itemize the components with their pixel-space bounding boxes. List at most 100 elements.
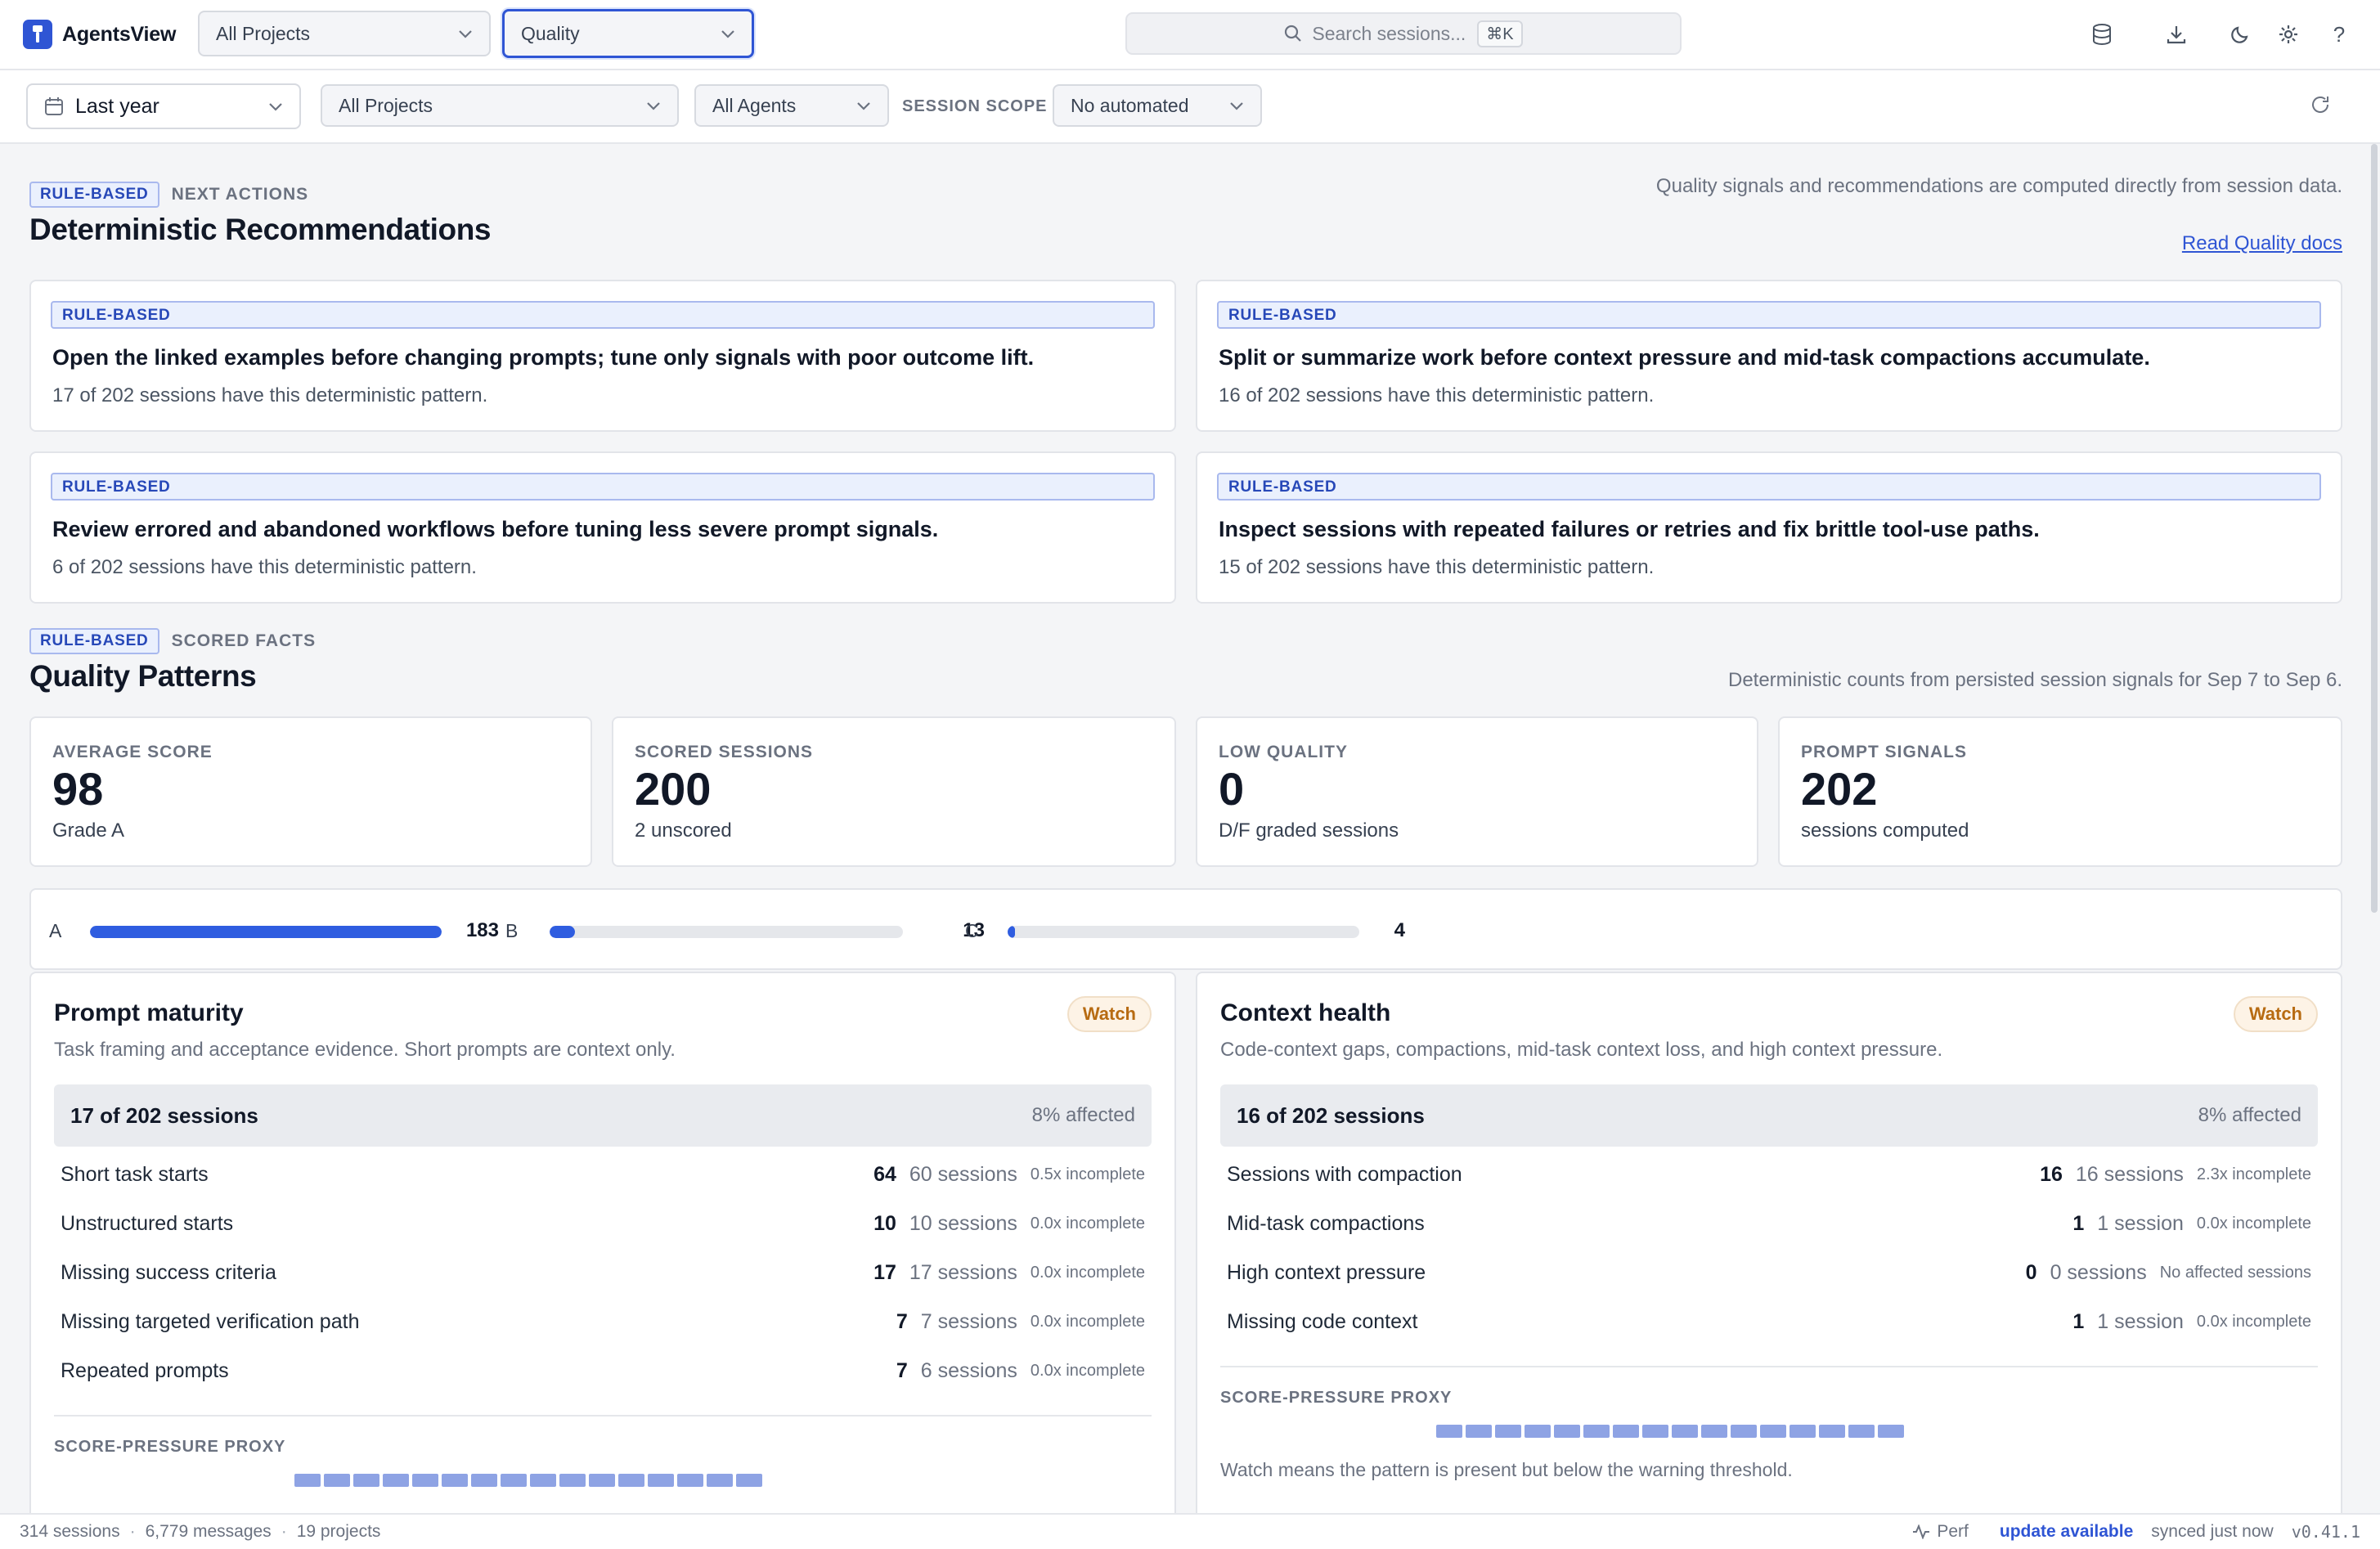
chevron-down-icon <box>458 29 473 38</box>
summary-affected: 8% affected <box>2198 1104 2301 1126</box>
session-scope-select[interactable]: No automated <box>1053 84 1262 127</box>
metric-label: Repeated prompts <box>61 1358 229 1382</box>
recommendation-card[interactable]: RULE-BASED Inspect sessions with repeate… <box>1196 451 2342 604</box>
patterns-eyebrow: SCORED FACTS <box>171 631 317 650</box>
search-icon <box>1284 25 1302 43</box>
recommendation-card[interactable]: RULE-BASED Split or summarize work befor… <box>1196 280 2342 432</box>
update-available-link[interactable]: update available <box>2000 1522 2133 1542</box>
metric-label: High context pressure <box>1227 1260 1426 1284</box>
chevron-down-icon <box>856 101 871 110</box>
search-placeholder: Search sessions... <box>1312 22 1466 44</box>
stat-subtext: sessions computed <box>1801 819 1969 842</box>
status-messages: 6,779 messages <box>145 1522 272 1541</box>
metric-ratio: 0.0x incomplete <box>2196 1312 2311 1331</box>
project-filter-select[interactable]: All Projects <box>321 84 679 127</box>
stat-value: 98 <box>52 763 104 815</box>
grade-bar-c <box>1008 926 1359 938</box>
scrollbar[interactable] <box>2369 144 2380 913</box>
moon-icon[interactable] <box>2226 20 2254 48</box>
date-range-value: Last year <box>75 94 159 118</box>
rule-based-tag: RULE-BASED <box>51 473 1155 501</box>
stat-card-scored-sessions: SCORED SESSIONS 200 2 unscored <box>612 716 1176 867</box>
metric-ratio: 0.0x incomplete <box>1030 1214 1145 1232</box>
metric-row[interactable]: Mid-task compactions 1 1 session 0.0x in… <box>1227 1207 2311 1240</box>
agent-filter-select[interactable]: All Agents <box>694 84 889 127</box>
grade-letter: B <box>505 920 519 941</box>
project-select[interactable]: All Projects <box>198 11 491 56</box>
refresh-icon[interactable] <box>2310 94 2331 115</box>
metric-sessions: 1 session <box>2097 1211 2184 1235</box>
sync-status: synced just now <box>2151 1522 2274 1541</box>
grade-distribution: A 183 B 13 C 4 <box>29 888 2342 970</box>
metric-ratio: 0.0x incomplete <box>1030 1263 1145 1282</box>
patterns-eyebrow-row: RULE-BASED SCORED FACTS <box>29 628 316 654</box>
metric-sessions: 6 sessions <box>920 1358 1017 1382</box>
panel-title: Prompt maturity <box>54 999 244 1026</box>
prompt-maturity-panel: Prompt maturity Watch Task framing and a… <box>29 972 1176 1544</box>
view-select[interactable]: Quality <box>502 9 754 58</box>
stat-value: 0 <box>1219 763 1245 815</box>
metric-label: Missing success criteria <box>61 1260 276 1284</box>
metric-row[interactable]: Missing success criteria 17 17 sessions … <box>61 1256 1145 1289</box>
status-bar: 314 sessions · 6,779 messages · 19 proje… <box>0 1513 2380 1549</box>
divider <box>54 1415 1152 1417</box>
rule-based-tag: RULE-BASED <box>29 628 159 654</box>
rule-based-tag: RULE-BASED <box>1217 301 2321 329</box>
recommendations-title: Deterministic Recommendations <box>29 213 492 246</box>
recommendation-card[interactable]: RULE-BASED Review errored and abandoned … <box>29 451 1176 604</box>
metric-label: Missing targeted verification path <box>61 1309 360 1333</box>
project-filter-value: All Projects <box>339 94 433 116</box>
metric-row[interactable]: Sessions with compaction 16 16 sessions … <box>1227 1158 2311 1191</box>
brand-logo-icon <box>23 20 52 49</box>
metric-row[interactable]: Short task starts 64 60 sessions 0.5x in… <box>61 1158 1145 1191</box>
grade-count: 4 <box>1394 919 1405 941</box>
perf-button[interactable]: Perf <box>1912 1522 1969 1542</box>
recommendation-card[interactable]: RULE-BASED Open the linked examples befo… <box>29 280 1176 432</box>
panel-description: Task framing and acceptance evidence. Sh… <box>54 1039 676 1061</box>
stat-subtext: Grade A <box>52 819 125 842</box>
date-range-select[interactable]: Last year <box>26 83 301 129</box>
chevron-down-icon <box>268 101 283 111</box>
brand[interactable]: AgentsView <box>23 20 195 49</box>
help-icon[interactable]: ? <box>2325 20 2353 48</box>
summary-count: 16 of 202 sessions <box>1237 1102 1425 1128</box>
metric-sessions: 17 sessions <box>909 1260 1017 1284</box>
metric-sessions: 1 session <box>2097 1309 2184 1333</box>
summary-affected: 8% affected <box>1031 1104 1135 1126</box>
metric-count: 17 <box>873 1260 896 1284</box>
metric-ratio: 0.0x incomplete <box>1030 1312 1145 1331</box>
metric-row[interactable]: Missing targeted verification path 7 7 s… <box>61 1305 1145 1338</box>
metric-label: Unstructured starts <box>61 1211 234 1235</box>
stat-label: LOW QUALITY <box>1219 743 1348 761</box>
grade-letter: C <box>965 920 979 941</box>
proxy-label: SCORE-PRESSURE PROXY <box>54 1438 286 1456</box>
stat-label: SCORED SESSIONS <box>635 743 814 761</box>
metric-row[interactable]: High context pressure 0 0 sessions No af… <box>1227 1256 2311 1289</box>
download-icon[interactable] <box>2162 20 2190 48</box>
metric-row[interactable]: Missing code context 1 1 session 0.0x in… <box>1227 1305 2311 1338</box>
metric-row[interactable]: Unstructured starts 10 10 sessions 0.0x … <box>61 1207 1145 1240</box>
recommendation-title: Review errored and abandoned workflows b… <box>52 517 939 541</box>
database-icon[interactable] <box>2088 20 2116 48</box>
recommendation-title: Inspect sessions with repeated failures … <box>1219 517 2040 541</box>
metric-label: Missing code context <box>1227 1309 1418 1333</box>
app-name: AgentsView <box>62 22 177 46</box>
metric-count: 16 <box>2040 1162 2063 1186</box>
context-health-panel: Context health Watch Code-context gaps, … <box>1196 972 2342 1544</box>
recommendation-subtitle: 15 of 202 sessions have this determinist… <box>1219 556 1655 578</box>
project-select-value: All Projects <box>216 22 311 44</box>
metric-count: 1 <box>2072 1309 2085 1333</box>
metric-count: 7 <box>896 1358 908 1382</box>
top-bar: AgentsView All Projects Quality Search s… <box>0 0 2380 70</box>
version-label: v0.41.1 <box>2291 1522 2360 1542</box>
search-input[interactable]: Search sessions... ⌘K <box>1125 12 1682 55</box>
search-shortcut: ⌘K <box>1477 20 1523 47</box>
recommendation-subtitle: 16 of 202 sessions have this determinist… <box>1219 384 1655 406</box>
metric-label: Mid-task compactions <box>1227 1211 1425 1235</box>
metric-count: 0 <box>2025 1260 2037 1284</box>
metric-label: Sessions with compaction <box>1227 1162 1462 1186</box>
metric-row[interactable]: Repeated prompts 7 6 sessions 0.0x incom… <box>61 1354 1145 1387</box>
stat-label: AVERAGE SCORE <box>52 743 213 761</box>
quality-docs-link[interactable]: Read Quality docs <box>2182 232 2342 255</box>
gear-icon[interactable] <box>2274 20 2302 48</box>
